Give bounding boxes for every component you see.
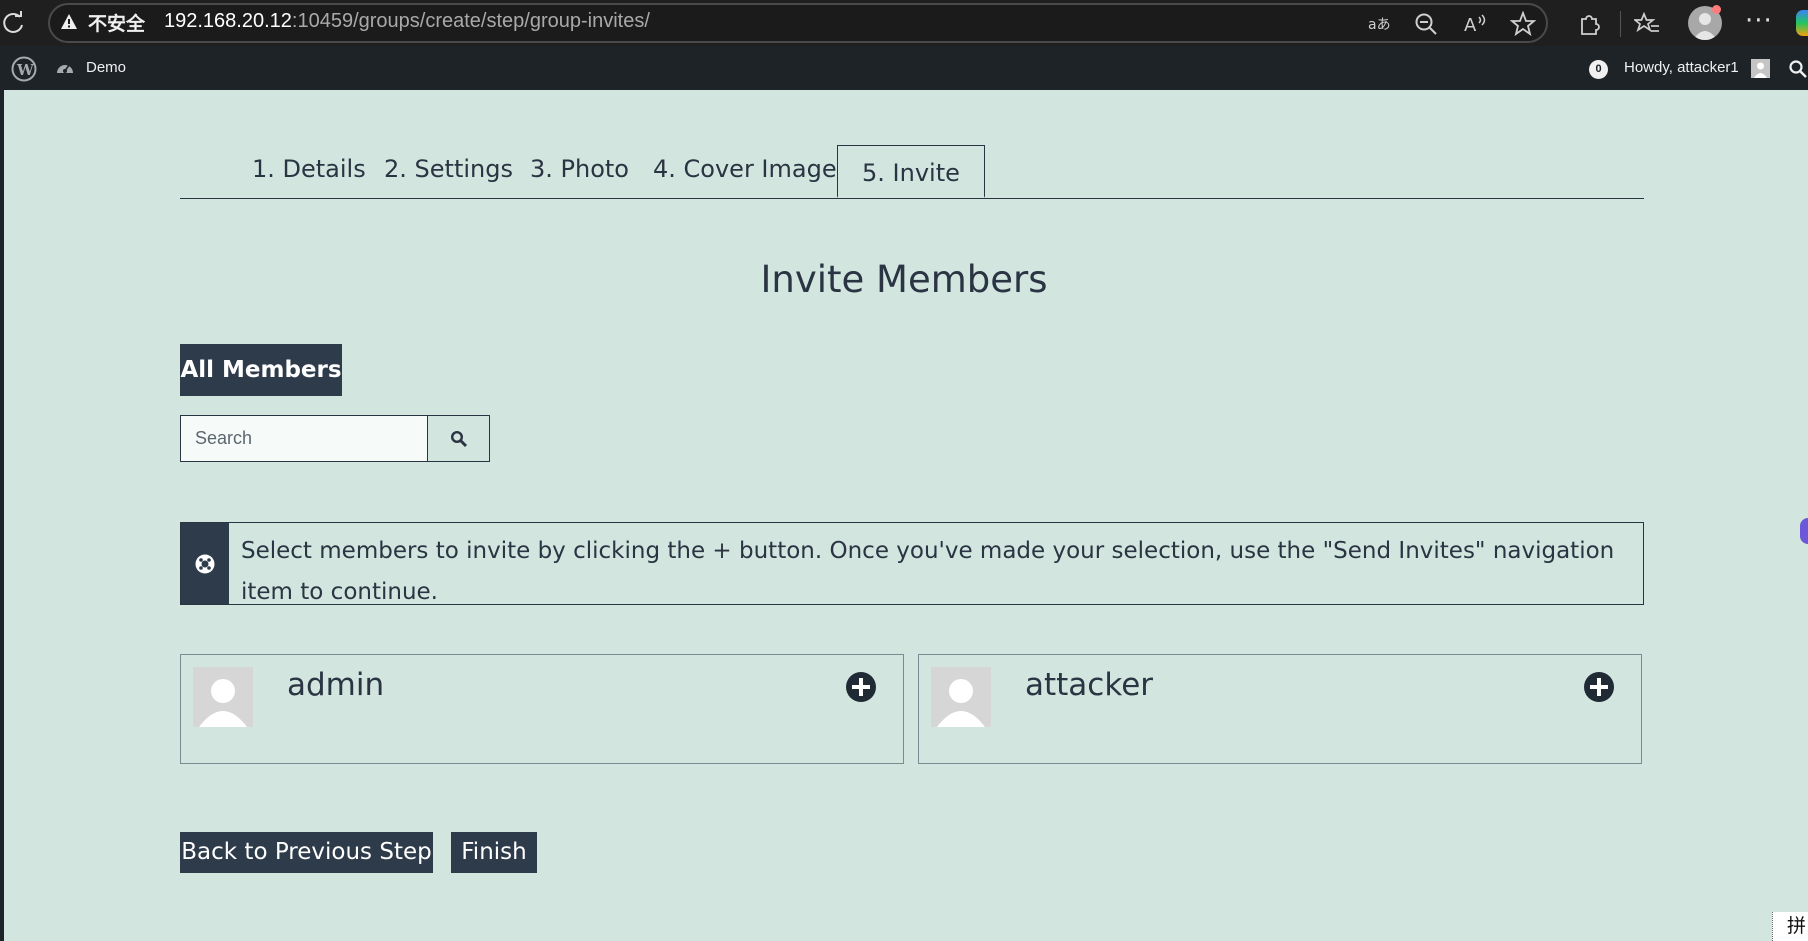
notification-dot xyxy=(1712,5,1721,14)
read-aloud-icon[interactable]: A xyxy=(1462,11,1488,37)
page-left-edge xyxy=(0,90,4,941)
toolbar-separator xyxy=(1620,11,1621,37)
url-text[interactable]: 192.168.20.12:10459/groups/create/step/g… xyxy=(164,10,650,33)
tab-settings[interactable]: 2. Settings xyxy=(384,155,513,183)
wordpress-logo-icon[interactable]: W xyxy=(11,56,37,82)
info-lifebuoy-icon xyxy=(195,554,215,574)
member-card: attacker xyxy=(918,654,1642,764)
dashboard-gauge-icon[interactable] xyxy=(55,58,75,78)
browser-toolbar: 不安全 192.168.20.12:10459/groups/create/st… xyxy=(0,0,1808,46)
howdy-account-link[interactable]: Howdy, attacker1 xyxy=(1624,59,1739,76)
member-avatar xyxy=(193,667,253,727)
ime-indicator: 拼 xyxy=(1772,912,1808,941)
zoom-out-icon[interactable] xyxy=(1413,11,1439,37)
translate-icon[interactable]: aあ xyxy=(1366,11,1392,37)
tab-cover-image[interactable]: 4. Cover Image xyxy=(653,155,837,183)
site-name-link[interactable]: Demo xyxy=(86,59,126,76)
notification-count-badge[interactable]: 0 xyxy=(1589,60,1608,79)
insecure-label[interactable]: 不安全 xyxy=(88,9,145,36)
svg-text:A: A xyxy=(1464,15,1477,36)
back-to-previous-step-button[interactable]: Back to Previous Step xyxy=(180,832,433,873)
svg-text:W: W xyxy=(16,61,35,79)
default-avatar-icon xyxy=(199,679,247,727)
member-name[interactable]: attacker xyxy=(1025,667,1153,703)
reload-icon[interactable] xyxy=(0,9,28,37)
all-members-filter[interactable]: All Members xyxy=(180,344,342,396)
more-options-icon[interactable]: ··· xyxy=(1745,6,1773,36)
member-search-input[interactable] xyxy=(180,415,428,462)
notice-icon-panel xyxy=(181,523,229,604)
finish-button[interactable]: Finish xyxy=(451,832,537,873)
info-notice: Select members to invite by clicking the… xyxy=(180,522,1644,605)
copilot-icon[interactable] xyxy=(1796,10,1808,36)
add-member-plus-icon[interactable] xyxy=(845,671,877,703)
svg-text:aあ: aあ xyxy=(1368,17,1391,33)
favorite-star-icon[interactable] xyxy=(1510,11,1536,37)
extensions-icon[interactable] xyxy=(1576,11,1602,37)
default-avatar-icon xyxy=(937,679,985,727)
tab-photo[interactable]: 3. Photo xyxy=(530,155,629,183)
notice-message: Select members to invite by clicking the… xyxy=(241,538,1615,605)
account-person-icon xyxy=(1754,62,1767,78)
account-avatar[interactable] xyxy=(1751,59,1770,78)
group-creation-steps: 1. Details 2. Settings 3. Photo 4. Cover… xyxy=(180,145,1644,199)
wp-admin-bar: W Demo 0 Howdy, attacker1 xyxy=(0,46,1808,90)
add-member-plus-icon[interactable] xyxy=(1583,671,1615,703)
url-path: :10459/groups/create/step/group-invites/ xyxy=(291,10,650,32)
search-submit-button[interactable] xyxy=(427,415,490,462)
search-icon xyxy=(450,430,468,448)
url-host: 192.168.20.12 xyxy=(164,10,292,32)
tab-invite[interactable]: 5. Invite xyxy=(837,145,985,198)
page-title: Invite Members xyxy=(760,258,1048,301)
favorites-icon[interactable] xyxy=(1634,11,1660,37)
sidebar-toggle-icon[interactable] xyxy=(1800,518,1808,544)
tab-details[interactable]: 1. Details xyxy=(252,155,366,183)
warning-icon[interactable] xyxy=(60,13,78,30)
member-avatar xyxy=(931,667,991,727)
member-card: admin xyxy=(180,654,904,764)
admin-search-icon[interactable] xyxy=(1788,59,1808,79)
member-name[interactable]: admin xyxy=(287,667,384,703)
